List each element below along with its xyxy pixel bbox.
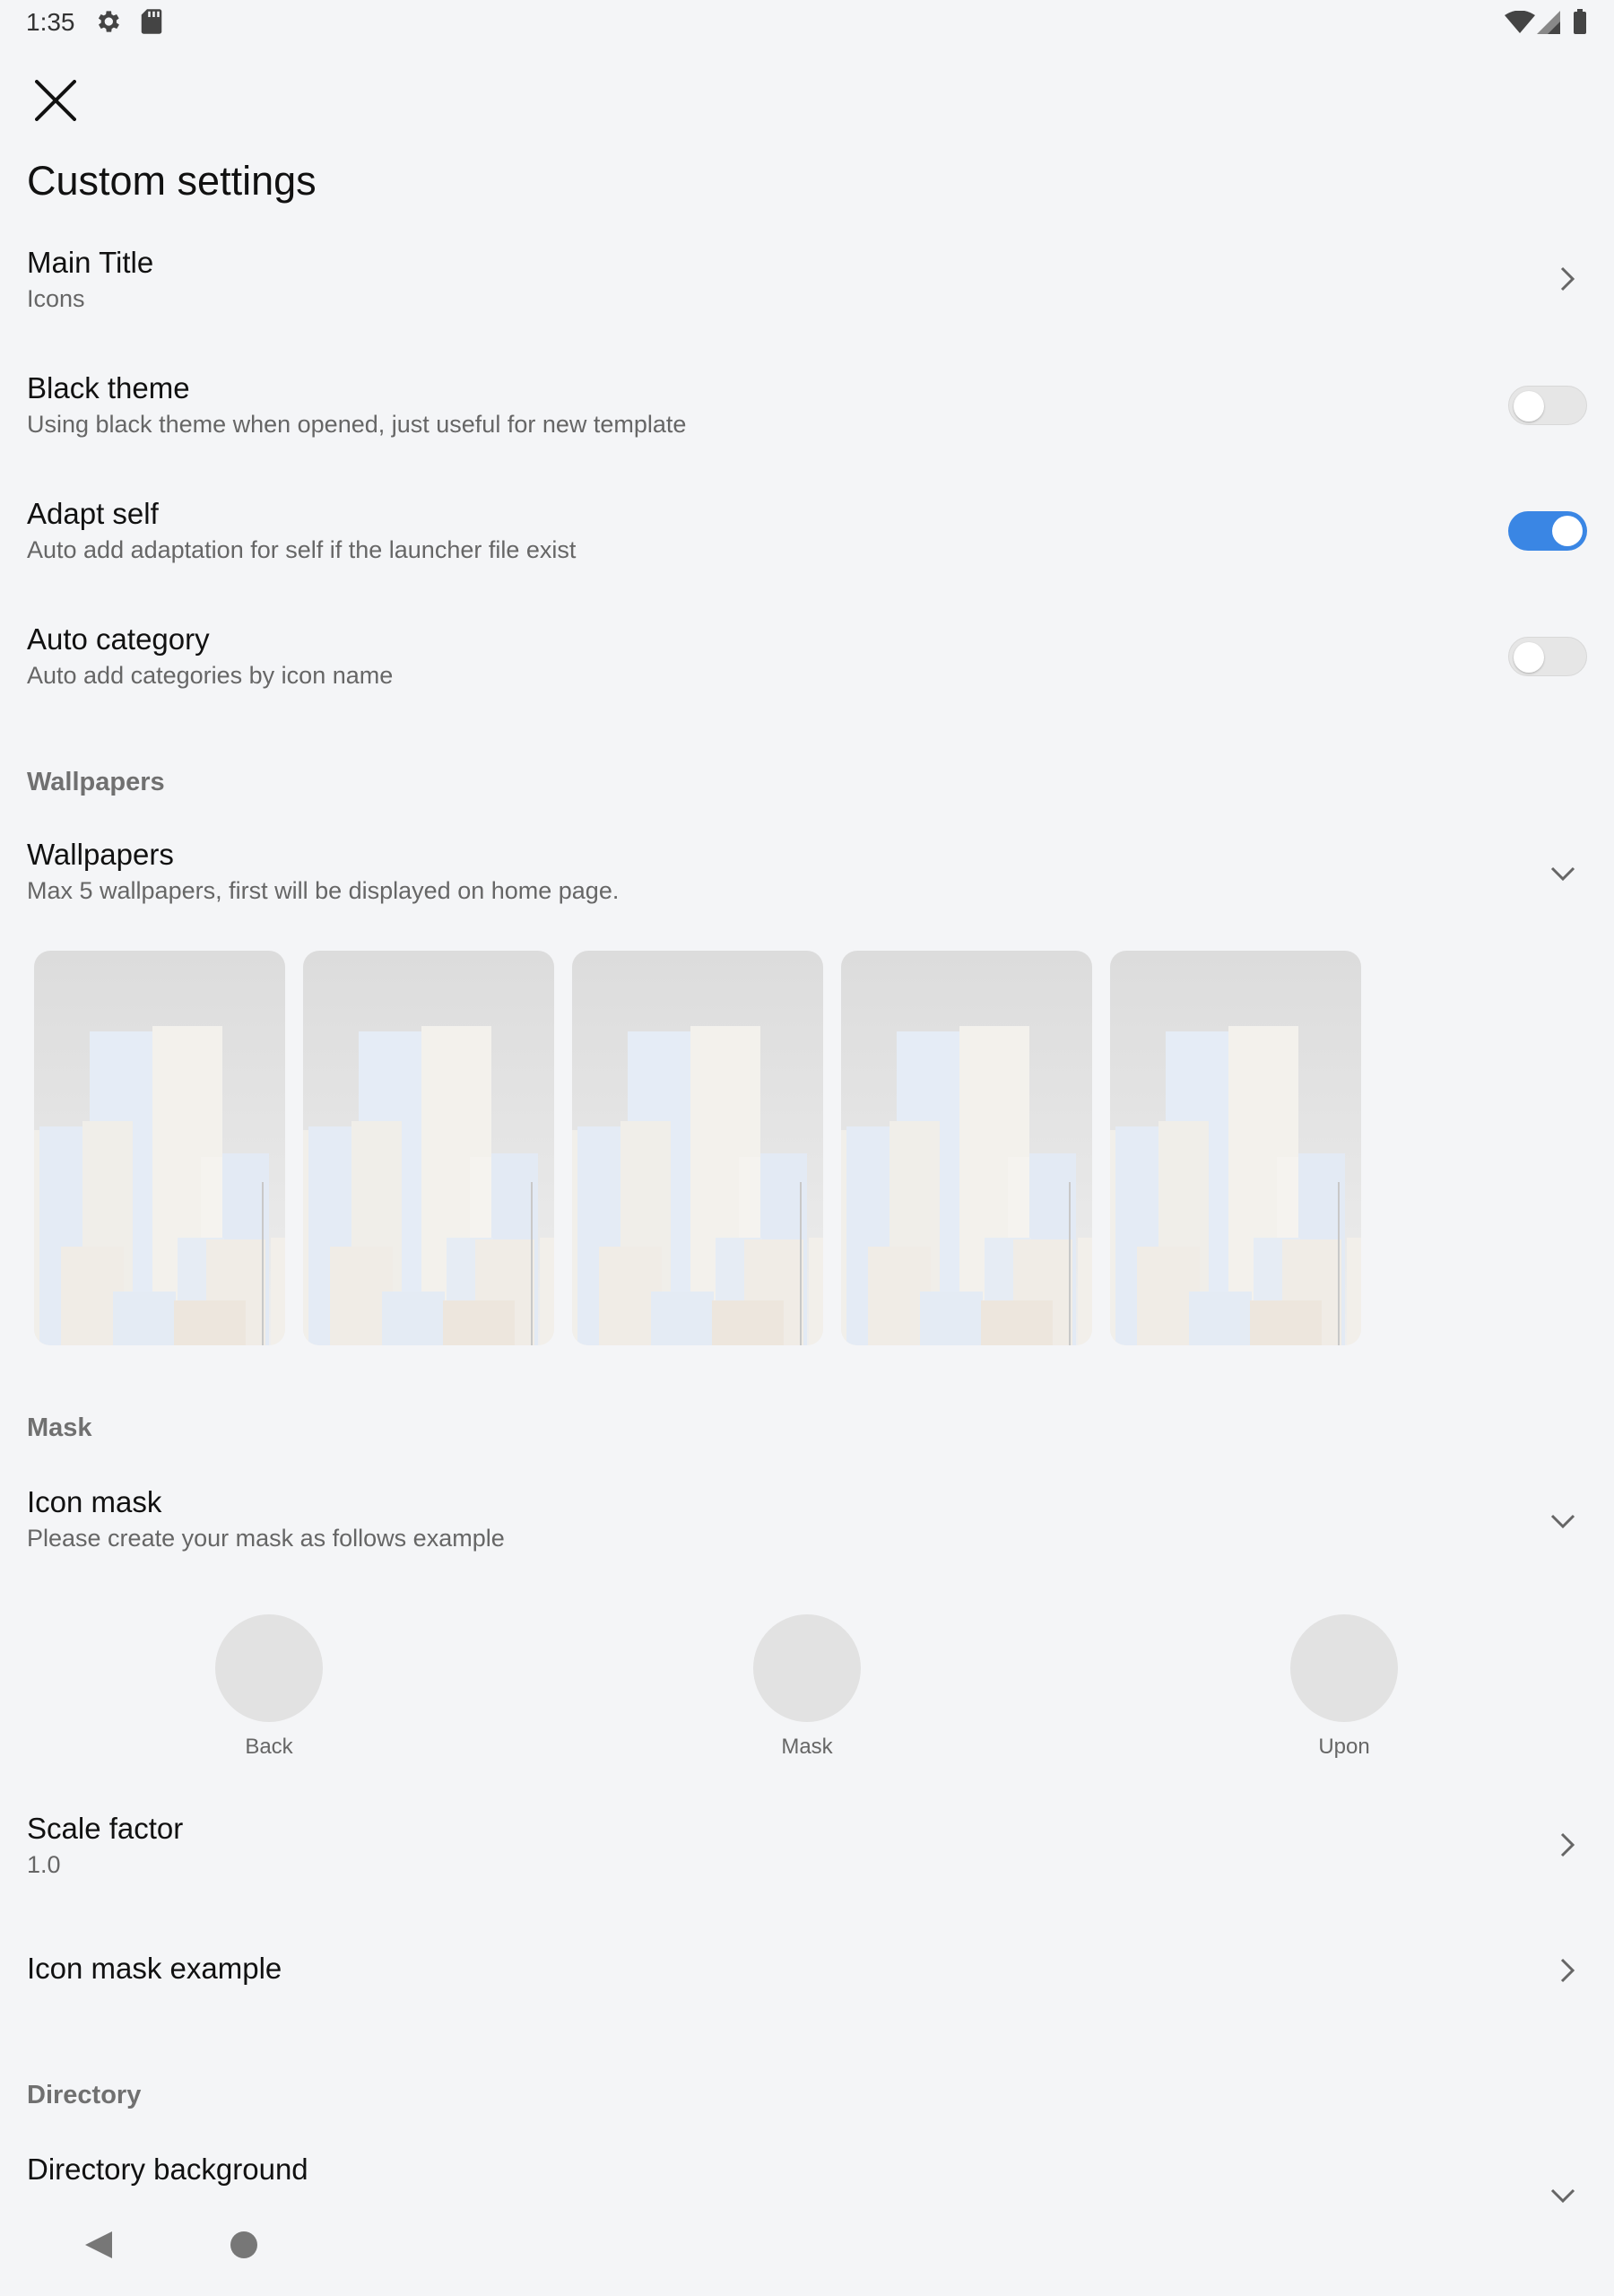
mask-upon-circle [1290, 1614, 1398, 1722]
main-title-value: Icons [27, 285, 85, 312]
adapt-self-description: Auto add adaptation for self if the laun… [27, 536, 577, 563]
adapt-self-label: Adapt self [27, 497, 159, 530]
icon-mask-setting[interactable]: Icon mask Please create your mask as fol… [0, 1473, 1614, 1562]
mask-upon-slot[interactable]: Upon [1272, 1614, 1416, 1760]
scale-factor-setting[interactable]: Scale factor 1.0 [0, 1799, 1614, 1889]
signal-icon [1537, 11, 1560, 39]
mask-back-label: Back [245, 1735, 293, 1759]
directory-section-header: Directory [27, 2081, 142, 2109]
nav-back-icon [85, 2231, 112, 2258]
scale-factor-value: 1.0 [27, 1851, 61, 1878]
toggle-knob [1514, 642, 1544, 673]
mask-mask-slot[interactable]: Mask [735, 1614, 879, 1760]
wallpapers-section-header: Wallpapers [27, 768, 165, 796]
directory-background-setting[interactable]: Directory background [0, 2140, 1614, 2221]
battery-icon [1573, 9, 1587, 39]
chevron-right-icon [1560, 266, 1575, 291]
chevron-right-icon [1560, 1832, 1575, 1857]
icon-mask-example-setting[interactable]: Icon mask example [0, 1925, 1614, 2014]
scale-factor-label: Scale factor [27, 1812, 184, 1845]
mask-upon-label: Upon [1318, 1735, 1370, 1759]
wifi-icon [1505, 10, 1535, 39]
mask-back-circle [215, 1614, 323, 1722]
mask-back-slot[interactable]: Back [197, 1614, 341, 1760]
chevron-right-icon [1560, 1958, 1575, 1983]
chevron-down-icon [1550, 1514, 1575, 1529]
sd-card-icon [140, 8, 163, 39]
adapt-self-toggle[interactable] [1508, 511, 1587, 551]
mask-mask-circle [753, 1614, 861, 1722]
black-theme-toggle[interactable] [1508, 386, 1587, 425]
status-bar: 1:35 [0, 0, 1614, 47]
adapt-self-setting[interactable]: Adapt self Auto add adaptation for self … [0, 484, 1614, 574]
page-title: Custom settings [27, 158, 317, 204]
toggle-knob [1552, 516, 1583, 546]
wallpaper-thumbnail[interactable] [841, 951, 1092, 1345]
icon-mask-example-label: Icon mask example [27, 1952, 282, 1985]
wallpaper-thumbnail[interactable] [572, 951, 823, 1345]
black-theme-description: Using black theme when opened, just usef… [27, 411, 687, 438]
icon-mask-label: Icon mask [27, 1485, 162, 1518]
directory-background-label: Directory background [27, 2152, 308, 2186]
chevron-down-icon [1550, 866, 1575, 882]
black-theme-setting[interactable]: Black theme Using black theme when opene… [0, 359, 1614, 448]
main-title-setting[interactable]: Main Title Icons [0, 233, 1614, 323]
wallpaper-thumbnail[interactable] [34, 951, 285, 1345]
auto-category-toggle[interactable] [1508, 637, 1587, 676]
status-time: 1:35 [26, 8, 75, 36]
close-icon [35, 80, 76, 121]
black-theme-label: Black theme [27, 371, 190, 404]
toggle-knob [1514, 391, 1544, 422]
wallpapers-description: Max 5 wallpapers, first will be displaye… [27, 877, 620, 904]
main-title-label: Main Title [27, 246, 154, 279]
settings-gear-icon [93, 7, 122, 40]
nav-home-button[interactable] [230, 2231, 257, 2258]
mask-mask-label: Mask [781, 1735, 833, 1759]
auto-category-description: Auto add categories by icon name [27, 662, 394, 689]
wallpapers-label: Wallpapers [27, 838, 174, 871]
auto-category-setting[interactable]: Auto category Auto add categories by ico… [0, 610, 1614, 700]
close-button[interactable] [27, 72, 84, 129]
wallpaper-thumbnail[interactable] [1110, 951, 1361, 1345]
icon-mask-description: Please create your mask as follows examp… [27, 1525, 505, 1552]
wallpaper-thumbnail[interactable] [303, 951, 554, 1345]
nav-back-button[interactable] [83, 2230, 114, 2265]
wallpapers-setting[interactable]: Wallpapers Max 5 wallpapers, first will … [0, 825, 1614, 915]
mask-section-header: Mask [27, 1413, 92, 1442]
chevron-down-icon [1550, 2188, 1575, 2204]
auto-category-label: Auto category [27, 622, 210, 656]
